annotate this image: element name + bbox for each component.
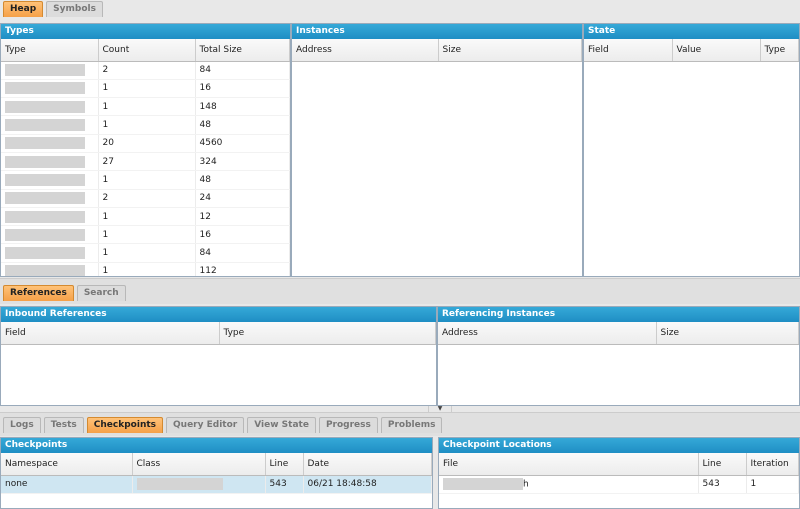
redacted-type-name xyxy=(5,210,85,223)
references-tab-bar: References Search xyxy=(0,285,126,301)
tab-search[interactable]: Search xyxy=(76,285,126,301)
column-header-class[interactable]: Class xyxy=(132,453,266,476)
redacted-type-name xyxy=(5,192,85,205)
redacted-class-name xyxy=(136,478,223,491)
checkpoint-locations-title: Checkpoint Locations xyxy=(439,438,799,453)
heap-tab-bar: Heap Symbols xyxy=(0,1,103,17)
checkpoint-locations-panel: Checkpoint Locations File Line Iteration… xyxy=(438,437,800,509)
bottom-tab-bar: Logs Tests Checkpoints Query Editor View… xyxy=(0,417,443,433)
state-panel: State Field Value Type xyxy=(583,23,800,277)
column-header-type[interactable]: Type xyxy=(1,39,99,62)
checkpoint-line: 543 xyxy=(265,475,304,494)
table-row[interactable]: 2 84 xyxy=(1,61,290,80)
table-row[interactable]: 27 324 xyxy=(1,152,290,172)
table-row[interactable]: 1 16 xyxy=(1,79,290,99)
column-header-field[interactable]: Field xyxy=(1,322,220,345)
column-header-value[interactable]: Value xyxy=(672,39,761,62)
tab-progress[interactable]: Progress xyxy=(318,417,378,433)
redacted-type-name xyxy=(5,228,85,241)
redacted-type-name xyxy=(5,137,85,150)
column-header-address[interactable]: Address xyxy=(438,322,657,345)
table-row[interactable]: 1 16 xyxy=(1,225,290,245)
column-header-field[interactable]: Field xyxy=(584,39,673,62)
checkpoint-namespace: none xyxy=(1,475,133,494)
redacted-type-name xyxy=(5,82,85,95)
column-header-type[interactable]: Type xyxy=(219,322,436,345)
tab-checkpoints[interactable]: Checkpoints xyxy=(86,417,164,433)
table-row[interactable]: 20 4560 xyxy=(1,134,290,153)
column-header-iteration[interactable]: Iteration xyxy=(746,453,799,476)
redacted-type-name xyxy=(5,247,85,260)
inbound-references-title: Inbound References xyxy=(1,307,436,322)
table-row[interactable]: 2 24 xyxy=(1,189,290,208)
tab-query-editor[interactable]: Query Editor xyxy=(166,417,245,433)
column-header-line[interactable]: Line xyxy=(265,453,304,476)
column-header-namespace[interactable]: Namespace xyxy=(1,453,133,476)
column-header-date[interactable]: Date xyxy=(303,453,432,476)
checkpoints-table: Namespace Class Line Date none 543 06/21… xyxy=(1,453,432,494)
column-header-size[interactable]: Size xyxy=(438,39,582,62)
table-row[interactable]: h 543 1 xyxy=(439,475,799,494)
tab-problems[interactable]: Problems xyxy=(380,417,443,433)
redacted-type-name xyxy=(5,155,85,168)
tab-logs[interactable]: Logs xyxy=(3,417,41,433)
state-table: Field Value Type xyxy=(584,39,799,62)
tab-symbols[interactable]: Symbols xyxy=(46,1,103,17)
table-row[interactable]: 1 48 xyxy=(1,170,290,190)
redacted-file-path xyxy=(443,478,523,491)
table-row[interactable]: 1 48 xyxy=(1,115,290,135)
redacted-type-name xyxy=(5,64,85,77)
referencing-instances-panel: Referencing Instances Address Size xyxy=(437,306,800,406)
tab-view-state[interactable]: View State xyxy=(247,417,316,433)
table-row[interactable]: 1 12 xyxy=(1,207,290,227)
table-row[interactable]: none 543 06/21 18:48:58 xyxy=(1,475,432,494)
column-header-type[interactable]: Type xyxy=(760,39,799,62)
table-row[interactable]: 1 112 xyxy=(1,262,290,276)
location-file: h xyxy=(439,475,699,494)
column-header-count[interactable]: Count xyxy=(98,39,196,62)
column-header-file[interactable]: File xyxy=(439,453,699,476)
tab-references[interactable]: References xyxy=(3,285,74,301)
inbound-references-panel: Inbound References Field Type xyxy=(0,306,437,406)
checkpoint-locations-table: File Line Iteration h 543 1 xyxy=(439,453,799,494)
location-iteration: 1 xyxy=(746,475,799,494)
state-panel-title: State xyxy=(584,24,799,39)
types-panel-title: Types xyxy=(1,24,290,39)
checkpoints-title: Checkpoints xyxy=(1,438,432,453)
column-header-address[interactable]: Address xyxy=(292,39,439,62)
instances-panel: Instances Address Size xyxy=(291,23,583,277)
column-header-line[interactable]: Line xyxy=(698,453,747,476)
column-header-total-size[interactable]: Total Size xyxy=(195,39,290,62)
location-line: 543 xyxy=(698,475,747,494)
types-table: Type Count Total Size 2 84 1 16 1 148 1 48 2… xyxy=(1,39,290,276)
types-panel: Types Type Count Total Size 2 84 1 16 1 148… xyxy=(0,23,291,277)
checkpoints-panel: Checkpoints Namespace Class Line Date no… xyxy=(0,437,433,509)
inbound-references-table: Field Type xyxy=(1,322,436,345)
referencing-instances-table: Address Size xyxy=(438,322,799,345)
checkpoint-date: 06/21 18:48:58 xyxy=(303,475,432,494)
column-header-size[interactable]: Size xyxy=(656,322,799,345)
tab-tests[interactable]: Tests xyxy=(43,417,84,433)
redacted-type-name xyxy=(5,119,85,132)
redacted-type-name xyxy=(5,173,85,186)
table-row[interactable]: 1 148 xyxy=(1,97,290,117)
referencing-instances-title: Referencing Instances xyxy=(438,307,799,322)
instances-table: Address Size xyxy=(292,39,582,62)
tab-heap[interactable]: Heap xyxy=(3,1,44,17)
redacted-type-name xyxy=(5,100,85,113)
redacted-type-name xyxy=(5,265,85,276)
instances-panel-title: Instances xyxy=(292,24,582,39)
table-row[interactable]: 1 84 xyxy=(1,243,290,263)
